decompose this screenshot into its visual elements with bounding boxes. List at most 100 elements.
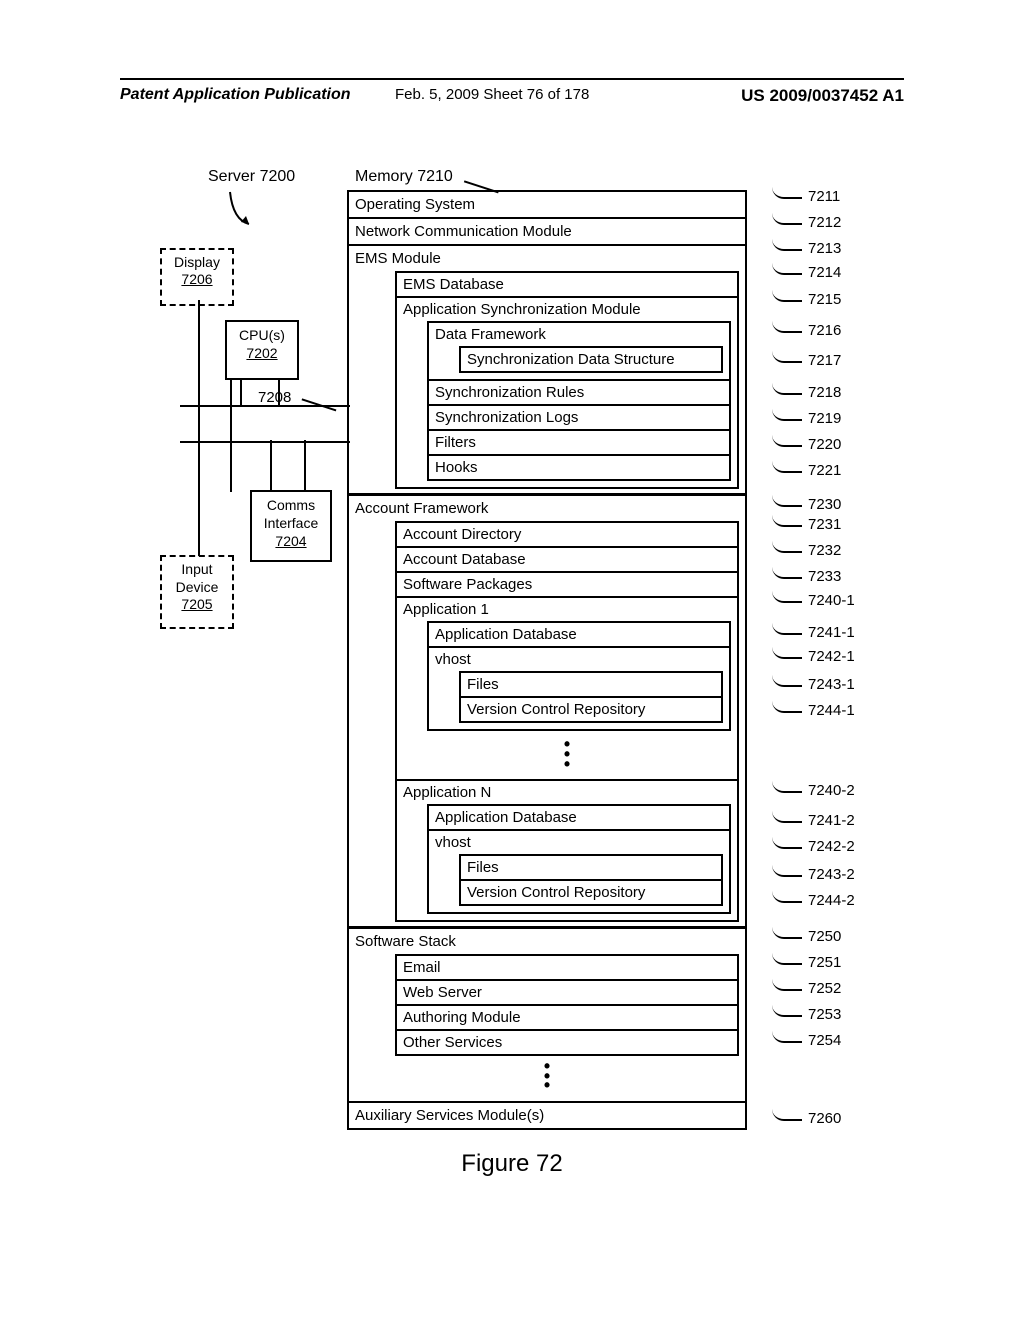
row-ems-label: EMS Module	[355, 250, 441, 267]
row-email: Email	[397, 956, 737, 979]
ref-7218: 7218	[772, 384, 841, 401]
row-app1-db: Application Database	[429, 623, 729, 646]
row-appn-label: Application N	[403, 784, 491, 801]
memory-label: Memory 7210	[355, 168, 453, 186]
display-num: 7206	[162, 271, 232, 288]
comms-num: 7204	[252, 532, 330, 550]
ref-7212: 7212	[772, 214, 841, 231]
row-app1-vcr: Version Control Repository	[461, 696, 721, 721]
ref-7221: 7221	[772, 462, 841, 479]
input-l2: Device	[162, 579, 232, 597]
ellipsis-icon: •••	[403, 734, 731, 776]
vhostn-nested: Files Version Control Repository	[459, 854, 723, 906]
ref-7254: 7254	[772, 1032, 841, 1049]
row-sw-pkg: Software Packages	[397, 571, 737, 596]
row-appn-vcr: Version Control Repository	[461, 879, 721, 904]
app-sync-nested: Data Framework Synchronization Data Stru…	[427, 321, 731, 481]
cpu-box: CPU(s) 7202	[225, 320, 299, 380]
comms-l1: Comms	[252, 496, 330, 514]
ref-7243-1: 7243-1	[772, 676, 855, 693]
row-web: Web Server	[397, 979, 737, 1004]
ref-7241-1: 7241-1	[772, 624, 855, 641]
row-app1-files: Files	[461, 673, 721, 696]
ref-7231: 7231	[772, 516, 841, 533]
ref-7244-1: 7244-1	[772, 702, 855, 719]
row-sw-stack: Software Stack Email Web Server Authorin…	[349, 926, 745, 1102]
row-ems-db: EMS Database	[397, 273, 737, 296]
row-other: Other Services	[397, 1029, 737, 1054]
header-rule	[120, 78, 904, 80]
row-appn-vhost: vhost Files Version Control Repository	[429, 829, 729, 912]
ref-7243-2: 7243-2	[772, 866, 855, 883]
bus-label-text: 7208	[258, 389, 291, 406]
row-sync-rules: Synchronization Rules	[429, 379, 729, 404]
row-data-fw: Data Framework Synchronization Data Stru…	[429, 323, 729, 379]
cpu-num: 7202	[227, 344, 297, 362]
row-acct-dir: Account Directory	[397, 523, 737, 546]
comms-l2: Interface	[252, 514, 330, 532]
header-right: US 2009/0037452 A1	[741, 86, 904, 106]
ref-7211: 7211	[772, 188, 840, 205]
ref-7219: 7219	[772, 410, 841, 427]
row-app1-label: Application 1	[403, 601, 489, 618]
row-filters: Filters	[429, 429, 729, 454]
ref-7252: 7252	[772, 980, 841, 997]
row-auth: Authoring Module	[397, 1004, 737, 1029]
row-appn: Application N Application Database vhost…	[397, 779, 737, 920]
ref-7216: 7216	[772, 322, 841, 339]
ref-7215: 7215	[772, 291, 841, 308]
ellipsis-icon: •••	[355, 1056, 739, 1098]
row-app1-vhost: vhost Files Version Control Repository	[429, 646, 729, 729]
ref-7242-1: 7242-1	[772, 648, 855, 665]
bus-vertical-1	[198, 300, 200, 556]
input-l1: Input	[162, 561, 232, 579]
data-fw-nested: Synchronization Data Structure	[459, 346, 723, 373]
row-net: Network Communication Module	[349, 217, 745, 244]
header-center: Feb. 5, 2009 Sheet 76 of 178	[395, 86, 589, 103]
row-app-sync-label: Application Synchronization Module	[403, 301, 641, 318]
sw-stack-nested: Email Web Server Authoring Module Other …	[395, 954, 739, 1056]
appn-nested: Application Database vhost Files Version…	[427, 804, 731, 914]
row-acct-fw: Account Framework Account Directory Acco…	[349, 493, 745, 926]
row-hooks: Hooks	[429, 454, 729, 479]
row-app1-vhost-label: vhost	[435, 651, 471, 668]
ems-nested: EMS Database Application Synchronization…	[395, 271, 739, 489]
ref-7241-2: 7241-2	[772, 812, 855, 829]
ref-7260: 7260	[772, 1110, 841, 1127]
row-acct-fw-label: Account Framework	[355, 500, 488, 517]
ref-7213: 7213	[772, 240, 841, 257]
row-os: Operating System	[349, 192, 745, 217]
ref-7214: 7214	[772, 264, 841, 281]
row-data-fw-label: Data Framework	[435, 326, 546, 343]
acct-nested: Account Directory Account Database Softw…	[395, 521, 739, 922]
row-sw-stack-label: Software Stack	[355, 933, 456, 950]
ref-7242-2: 7242-2	[772, 838, 855, 855]
input-device-box: Input Device 7205	[160, 555, 234, 629]
ref-7230: 7230	[772, 496, 841, 513]
ref-7244-2: 7244-2	[772, 892, 855, 909]
memory-block: Operating System Network Communication M…	[347, 190, 747, 1130]
header-left: Patent Application Publication	[120, 86, 351, 104]
display-box: Display 7206	[160, 248, 234, 306]
row-app-sync: Application Synchronization Module Data …	[397, 296, 737, 487]
ref-7251: 7251	[772, 954, 841, 971]
patent-figure-page: Patent Application Publication Feb. 5, 2…	[0, 0, 1024, 1320]
row-appn-db: Application Database	[429, 806, 729, 829]
server-label: Server 7200	[208, 168, 295, 186]
app1-nested: Application Database vhost Files Version…	[427, 621, 731, 731]
row-acct-db: Account Database	[397, 546, 737, 571]
vhost1-nested: Files Version Control Repository	[459, 671, 723, 723]
bus-stub	[304, 440, 306, 490]
ref-7253: 7253	[772, 1006, 841, 1023]
display-label: Display	[162, 254, 232, 271]
row-appn-vhost-label: vhost	[435, 834, 471, 851]
row-appn-files: Files	[461, 856, 721, 879]
cpu-label: CPU(s)	[227, 326, 297, 344]
row-sync-ds: Synchronization Data Structure	[461, 348, 721, 371]
ref-7220: 7220	[772, 436, 841, 453]
input-num: 7205	[162, 596, 232, 614]
server-arrow-icon	[225, 190, 255, 230]
comms-interface-box: Comms Interface 7204	[250, 490, 332, 562]
row-app1: Application 1 Application Database vhost…	[397, 596, 737, 779]
row-aux: Auxiliary Services Module(s)	[349, 1101, 745, 1128]
